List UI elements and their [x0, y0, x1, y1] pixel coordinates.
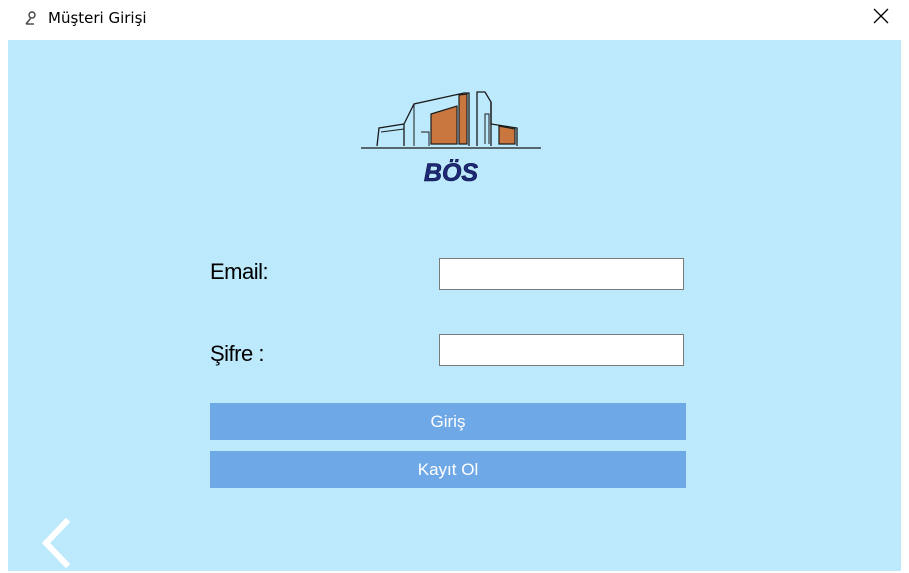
email-label: Email: [210, 259, 269, 284]
register-button[interactable]: Kayıt Ol [210, 451, 686, 488]
login-button[interactable]: Giriş [210, 403, 686, 440]
logo-text: BÖS [424, 158, 479, 187]
back-button[interactable] [38, 517, 78, 569]
chevron-left-icon [41, 517, 71, 569]
password-field[interactable] [439, 334, 684, 366]
close-icon [873, 8, 889, 24]
user-pen-icon [25, 11, 36, 25]
building-logo: BÖS [361, 91, 541, 187]
email-field[interactable] [439, 258, 684, 290]
window-title: Müşteri Girişi [48, 9, 147, 27]
login-panel: BÖS Email: Şifre : Giriş Kayıt Ol [8, 40, 901, 571]
title-bar: Müşteri Girişi [0, 0, 909, 40]
close-button[interactable] [861, 0, 901, 32]
password-label: Şifre : [210, 341, 264, 366]
